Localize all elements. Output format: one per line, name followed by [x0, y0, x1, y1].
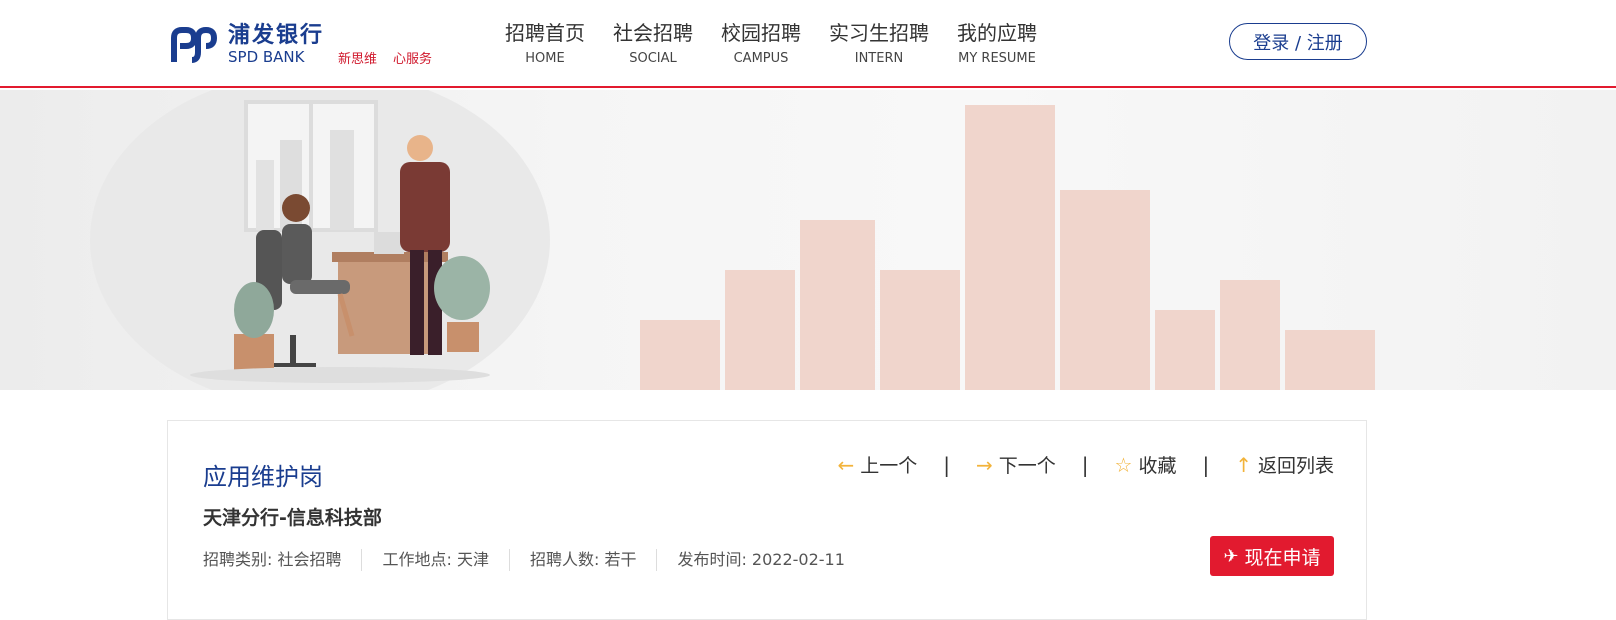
back-label: 返回列表 — [1257, 455, 1334, 477]
slogan-1: 新思维 — [338, 52, 378, 67]
nav-intern[interactable]: 实习生招聘 INTERN — [829, 20, 929, 70]
meta-location: 工作地点: 天津 — [361, 549, 508, 571]
brand-name-cn: 浦发银行 — [228, 23, 325, 48]
favorite-label: 收藏 — [1138, 455, 1177, 477]
job-detail-card: 应用维护岗 天津分行-信息科技部 招聘类别: 社会招聘 工作地点: 天津 招聘人… — [167, 420, 1367, 620]
nav-social[interactable]: 社会招聘 SOCIAL — [613, 20, 693, 70]
job-title: 应用维护岗 — [203, 463, 323, 491]
next-label: 下一个 — [998, 455, 1056, 477]
nav-my-resume-sub: MY RESUME — [958, 51, 1036, 66]
apply-now-button[interactable]: ✈ 现在申请 — [1210, 536, 1334, 576]
slogan: 新思维 心服务 — [338, 48, 448, 67]
brand-name-en: SPD BANK — [228, 48, 305, 66]
spd-logo-icon — [171, 26, 218, 63]
login-register-button[interactable]: 登录 / 注册 — [1229, 23, 1367, 60]
nav-campus-sub: CAMPUS — [733, 51, 789, 66]
job-meta: 招聘类别: 社会招聘 工作地点: 天津 招聘人数: 若干 发布时间: 2022-… — [203, 549, 865, 571]
meta-category: 招聘类别: 社会招聘 — [203, 550, 342, 569]
arrow-left-icon: ← — [837, 452, 855, 477]
nav-home[interactable]: 招聘首页 HOME — [505, 20, 585, 70]
star-icon: ☆ — [1114, 452, 1133, 477]
prev-label: 上一个 — [860, 455, 918, 477]
next-button[interactable]: → 下一个 — [976, 451, 1056, 478]
nav-my-resume[interactable]: 我的应聘 MY RESUME — [957, 20, 1037, 70]
hero-banner — [0, 90, 1616, 390]
paper-plane-icon: ✈ — [1223, 545, 1239, 567]
nav-campus[interactable]: 校园招聘 CAMPUS — [721, 20, 801, 70]
header: 浦发银行 SPD BANK 新思维 心服务 招聘首页 HOME 社会招聘 SOCI… — [0, 0, 1616, 88]
nav-campus-label: 校园招聘 — [721, 21, 801, 45]
slogan-2: 心服务 — [393, 52, 433, 67]
apply-label: 现在申请 — [1244, 546, 1321, 569]
favorite-button[interactable]: ☆ 收藏 — [1115, 451, 1177, 478]
office-illustration — [90, 90, 1375, 390]
nav-home-label: 招聘首页 — [505, 21, 585, 45]
brand-logo[interactable]: 浦发银行 SPD BANK — [170, 24, 324, 66]
meta-headcount: 招聘人数: 若干 — [508, 549, 656, 571]
nav-social-label: 社会招聘 — [613, 21, 693, 45]
arrow-right-icon: → — [975, 452, 993, 477]
prev-button[interactable]: ← 上一个 — [837, 451, 917, 478]
nav-home-sub: HOME — [525, 51, 565, 66]
separator: | — [1081, 452, 1089, 477]
nav-social-sub: SOCIAL — [629, 51, 677, 66]
separator: | — [1202, 452, 1210, 477]
nav-my-resume-label: 我的应聘 — [957, 21, 1037, 45]
separator: | — [943, 452, 950, 477]
main-nav: 招聘首页 HOME 社会招聘 SOCIAL 校园招聘 CAMPUS 实习生招聘 … — [505, 20, 1065, 70]
nav-intern-label: 实习生招聘 — [829, 21, 929, 45]
job-actions: ← 上一个 | → 下一个 | ☆ 收藏 | ↑ 返回列表 — [837, 451, 1334, 478]
job-department: 天津分行-信息科技部 — [203, 507, 382, 529]
back-to-list-button[interactable]: ↑ 返回列表 — [1235, 451, 1334, 478]
nav-intern-sub: INTERN — [854, 51, 904, 66]
meta-publish-date: 发布时间: 2022-02-11 — [656, 549, 864, 571]
arrow-up-icon: ↑ — [1235, 452, 1252, 477]
